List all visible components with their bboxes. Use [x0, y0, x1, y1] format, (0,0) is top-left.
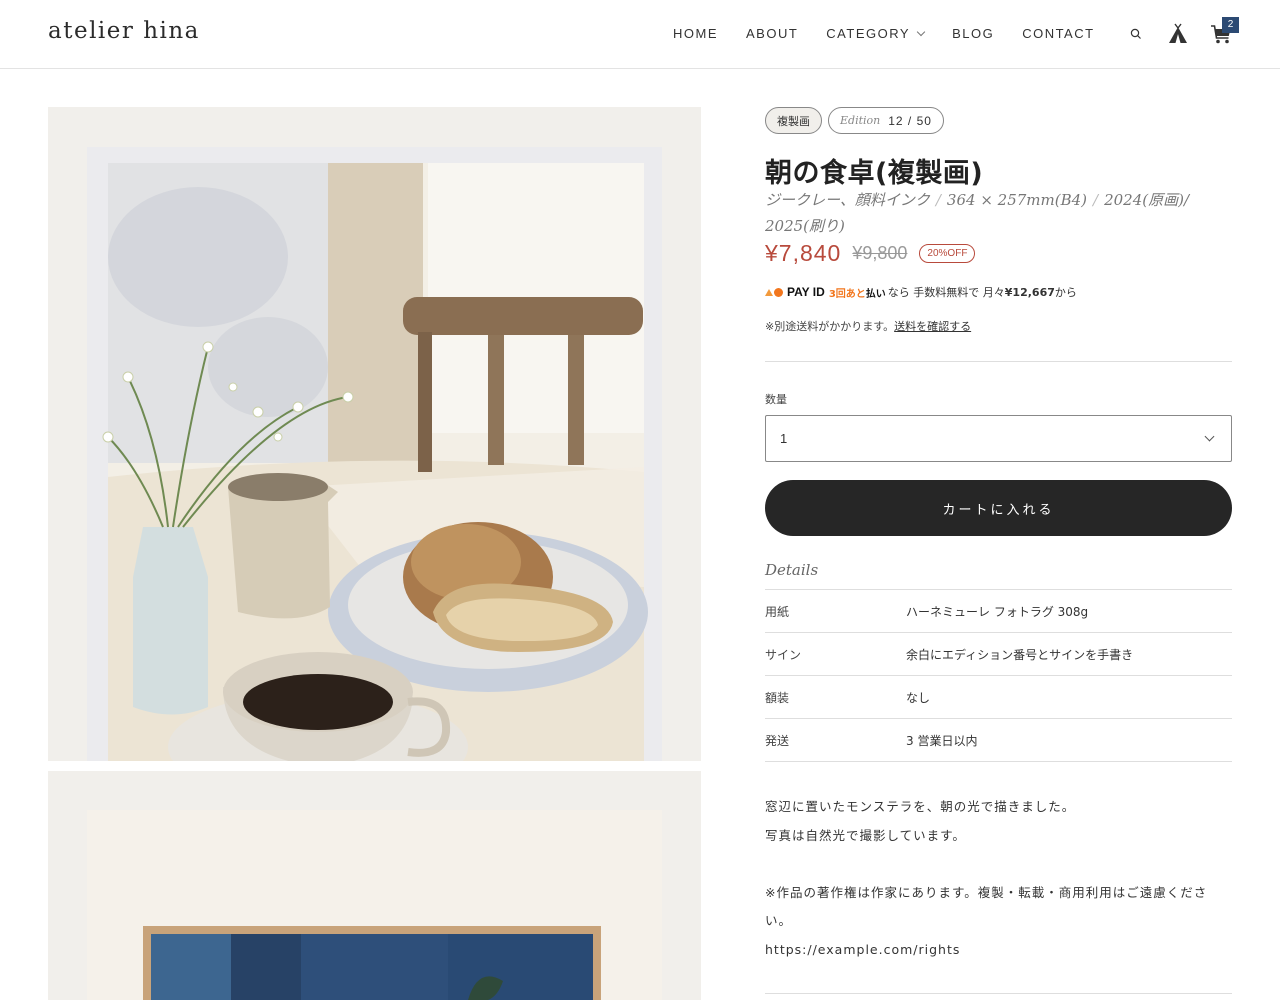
product-title: 朝の食卓(複製画): [765, 158, 984, 189]
discount-badge: 20%OFF: [919, 244, 976, 263]
artwork-breakfast-image: [87, 147, 662, 761]
chevron-down-icon: [1204, 431, 1215, 442]
sale-price: ¥7,840: [765, 240, 842, 266]
chevron-down-icon: [916, 27, 926, 36]
cart-count-badge: 2: [1222, 17, 1239, 33]
type-badge: 複製画: [765, 107, 822, 134]
payid-dot-icon: [774, 287, 783, 297]
spec-value: なし: [906, 690, 931, 705]
description-line: 写真は自然光で撮影しています。: [765, 827, 966, 843]
spec-row: 額装 なし: [765, 675, 1232, 718]
spec-label: 用紙: [765, 604, 790, 619]
divider: [765, 993, 1232, 994]
subtitle-separator: /: [935, 191, 941, 209]
spec-row: 発送 3 営業日以内: [765, 718, 1232, 761]
site-header: atelier hina HOME ABOUT CATEGORY BLOG CO…: [0, 0, 1280, 69]
subtitle-separator: /: [1093, 191, 1099, 209]
main-nav: HOME ABOUT CATEGORY BLOG CONTACT: [673, 26, 1123, 41]
quantity-label: 数量: [765, 393, 787, 406]
spec-row: 用紙 ハーネミューレ フォトラグ 308g: [765, 589, 1232, 632]
spec-label: サイン: [765, 647, 802, 662]
nav-home-label: HOME: [673, 26, 718, 41]
details-heading: Details: [765, 561, 819, 579]
subtitle-size: 364 × 257mm(B4): [946, 191, 1088, 209]
payid-text: なら 手数料無料で 月々: [887, 286, 1005, 299]
quantity-select[interactable]: 1: [765, 415, 1232, 462]
payid-brand: PAY ID: [787, 285, 825, 299]
payid-logo-icon: [765, 288, 773, 296]
payid-installment[interactable]: PAY ID 3回あと払い なら 手数料無料で 月々 ¥12,667 から: [765, 284, 1077, 300]
divider: [765, 361, 1232, 362]
nav-category[interactable]: CATEGORY: [826, 26, 926, 41]
quantity-value: 1: [780, 431, 788, 446]
type-badge-label: 複製画: [777, 114, 810, 128]
shipping-note: ※別途送料がかかります。送料を確認する: [765, 318, 971, 334]
badge-row: 複製画 Edition 12 / 50: [765, 107, 1232, 134]
subtitle-medium: ジークレー、顔料インク: [765, 191, 930, 209]
divider: [765, 761, 1232, 762]
payid-later: 3回あと払い: [829, 285, 886, 300]
payid-later-suffix: 払い: [865, 288, 886, 300]
description-line: [765, 850, 1232, 879]
original-price: ¥9,800: [852, 243, 908, 263]
search-icon[interactable]: [1130, 28, 1142, 40]
nav-category-label: CATEGORY: [826, 26, 911, 41]
nav-blog[interactable]: BLOG: [952, 26, 994, 41]
nav-contact[interactable]: CONTACT: [1022, 26, 1094, 41]
description-link[interactable]: https://example.com/rights: [765, 936, 1232, 965]
product-description: 窓辺に置いたモンステラを、朝の光で描きました。 写真は自然光で撮影しています。 …: [765, 793, 1232, 964]
spec-value: ハーネミューレ フォトラグ 308g: [906, 604, 1089, 619]
payid-amount: ¥12,667: [1004, 285, 1055, 299]
price-row: ¥7,840 ¥9,800 20%OFF: [765, 240, 976, 267]
product-image-main[interactable]: [48, 107, 701, 761]
nav-about[interactable]: ABOUT: [746, 26, 798, 41]
nav-home[interactable]: HOME: [673, 26, 718, 41]
payid-text-suffix: から: [1054, 286, 1077, 299]
product-image-second[interactable]: [48, 771, 701, 1000]
spec-label: 発送: [765, 733, 790, 748]
shipping-link[interactable]: 送料を確認する: [894, 320, 971, 333]
artwork-framed-image: [87, 810, 662, 1000]
nav-blog-label: BLOG: [952, 26, 995, 41]
site-logo[interactable]: atelier hina: [48, 18, 200, 44]
description-line: 窓辺に置いたモンステラを、朝の光で描きました。: [765, 799, 1076, 814]
edition-label: Edition: [840, 114, 881, 127]
spec-label: 額装: [765, 690, 790, 705]
nav-contact-label: CONTACT: [1022, 26, 1095, 41]
payid-later-prefix: 3回あと: [828, 288, 866, 300]
shipping-note-text: ※別途送料がかかります。: [765, 320, 895, 333]
edition-badge: Edition 12 / 50: [828, 107, 944, 134]
spec-row: サイン 余白にエディション番号とサインを手書き: [765, 632, 1232, 675]
edition-value: 12 / 50: [888, 113, 932, 128]
spec-value: 余白にエディション番号とサインを手書き: [906, 647, 1134, 662]
product-subtitle: ジークレー、顔料インク/364 × 257mm(B4)/2024(原画)/ 20…: [765, 187, 1232, 239]
spec-value: 3 営業日以内: [906, 733, 978, 748]
tent-icon[interactable]: [1168, 23, 1188, 45]
nav-about-label: ABOUT: [746, 26, 799, 41]
product-info: 複製画 Edition 12 / 50 朝の食卓(複製画) ジークレー、顔料イン…: [765, 107, 1232, 994]
description-line: ※作品の著作権は作家にあります。複製・転載・商用利用はご遠慮ください。: [765, 884, 1208, 929]
add-to-cart-button[interactable]: カートに入れる: [765, 480, 1232, 536]
